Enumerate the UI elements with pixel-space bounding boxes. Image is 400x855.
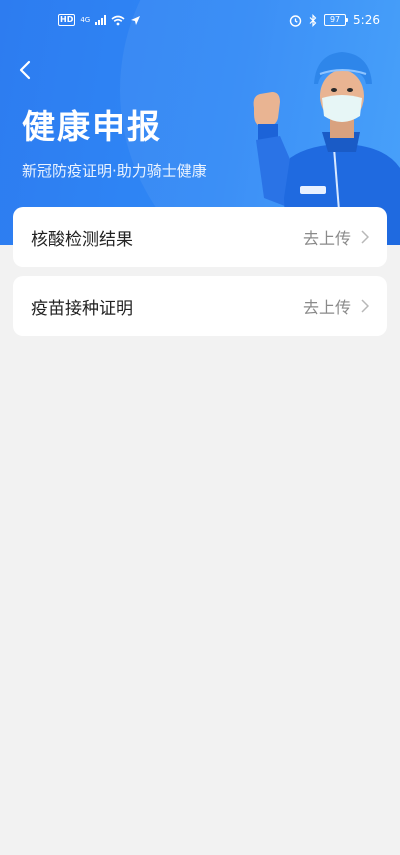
chevron-left-icon: [19, 60, 31, 80]
nucleic-acid-test-item[interactable]: 核酸检测结果 去上传: [13, 207, 387, 267]
list-item-label: 核酸检测结果: [31, 229, 133, 250]
page-title: 健康申报: [22, 107, 162, 146]
chevron-right-icon: [361, 230, 369, 244]
network-type: 4G: [80, 15, 91, 24]
vaccination-certificate-item[interactable]: 疫苗接种证明 去上传: [13, 276, 387, 336]
upload-action-label: 去上传: [302, 229, 351, 248]
chevron-right-icon: [361, 299, 369, 313]
wifi-icon: [111, 15, 125, 25]
upload-action[interactable]: 去上传: [303, 294, 369, 318]
alarm-icon: [289, 14, 302, 27]
page-subtitle: 新冠防疫证明·助力骑士健康: [22, 162, 207, 180]
signal-icon: [95, 15, 107, 25]
status-time: 5:26: [353, 13, 380, 27]
list-item-label: 疫苗接种证明: [31, 298, 133, 319]
location-icon: [131, 15, 141, 25]
battery-icon: 97: [324, 14, 349, 26]
bluetooth-icon: [309, 13, 317, 27]
upload-action-label: 去上传: [302, 298, 351, 317]
back-button[interactable]: [12, 56, 40, 84]
upload-action[interactable]: 去上传: [303, 225, 369, 249]
hd-badge: HD: [58, 14, 76, 26]
status-bar: HD 4G 97 5:26: [0, 0, 400, 44]
